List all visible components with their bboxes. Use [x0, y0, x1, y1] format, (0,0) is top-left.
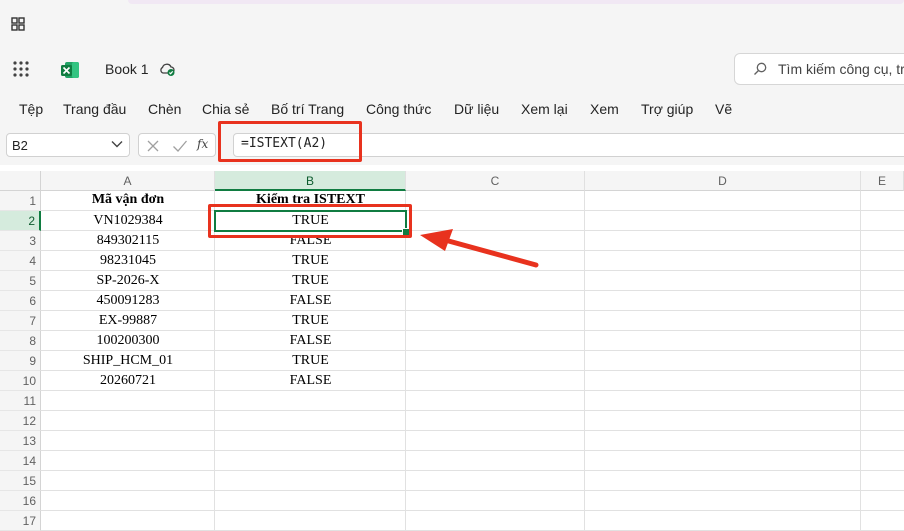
row-header-3[interactable]: 3 — [0, 231, 41, 251]
cell-a2[interactable]: VN1029384 — [41, 211, 215, 231]
column-header-d[interactable]: D — [585, 171, 861, 191]
window-grid-icon[interactable] — [11, 17, 25, 31]
annotation-arrow-icon — [420, 229, 539, 268]
row-header-5[interactable]: 5 — [0, 271, 41, 291]
tab-insert[interactable]: Chèn — [148, 101, 181, 117]
row-header-9[interactable]: 9 — [0, 351, 41, 371]
column-header-e[interactable]: E — [861, 171, 904, 191]
tab-file[interactable]: Tệp — [19, 101, 43, 117]
grid-column-line — [584, 191, 585, 531]
search-placeholder[interactable]: Tìm kiếm công cụ, tr — [778, 61, 904, 77]
waffle-icon[interactable] — [13, 61, 29, 77]
annotation-formula-highlight — [218, 121, 362, 162]
tab-view[interactable]: Xem — [590, 101, 619, 117]
cell-a6[interactable]: 450091283 — [41, 291, 215, 311]
tab-help[interactable]: Trợ giúp — [641, 101, 693, 117]
cell-a9[interactable]: SHIP_HCM_01 — [41, 351, 215, 371]
row-header-2[interactable]: 2 — [0, 211, 41, 231]
tab-share[interactable]: Chia sẻ — [202, 101, 249, 117]
grid-row-line — [41, 430, 904, 431]
row-header-12[interactable]: 12 — [0, 411, 41, 431]
cell-a4[interactable]: 98231045 — [41, 251, 215, 271]
row-header-13[interactable]: 13 — [0, 431, 41, 451]
tab-page-layout[interactable]: Bố trí Trang — [271, 101, 344, 117]
cell-a5[interactable]: SP-2026-X — [41, 271, 215, 291]
cancel-icon[interactable] — [146, 139, 160, 153]
browser-tab-hint — [128, 0, 904, 4]
tab-review[interactable]: Xem lại — [521, 101, 568, 117]
search-icon — [754, 62, 767, 75]
column-header-a[interactable]: A — [41, 171, 215, 191]
cell-b10[interactable]: FALSE — [215, 371, 406, 391]
cell-b7[interactable]: TRUE — [215, 311, 406, 331]
annotation-cell-highlight — [208, 204, 412, 238]
name-box-value[interactable]: B2 — [12, 138, 28, 153]
row-header-10[interactable]: 10 — [0, 371, 41, 391]
cell-a8[interactable]: 100200300 — [41, 331, 215, 351]
select-all-corner[interactable] — [0, 171, 41, 191]
cell-a7[interactable]: EX-99887 — [41, 311, 215, 331]
row-header-6[interactable]: 6 — [0, 291, 41, 311]
tab-home[interactable]: Trang đầu — [63, 101, 126, 117]
grid-row-line — [41, 490, 904, 491]
column-header-b[interactable]: B — [215, 171, 406, 191]
grid-row-line — [41, 410, 904, 411]
row-header-1[interactable]: 1 — [0, 191, 41, 211]
row-header-15[interactable]: 15 — [0, 471, 41, 491]
row-header-8[interactable]: 8 — [0, 331, 41, 351]
grid-row-line — [41, 450, 904, 451]
cell-a3[interactable]: 849302115 — [41, 231, 215, 251]
column-header-c[interactable]: C — [406, 171, 585, 191]
cell-a1-header[interactable]: Mã vận đơn — [41, 190, 215, 210]
cell-b9[interactable]: TRUE — [215, 351, 406, 371]
row-header-17[interactable]: 17 — [0, 511, 41, 531]
browser-top-strip — [0, 0, 904, 45]
grid-column-line — [860, 191, 861, 531]
chevron-down-icon[interactable] — [111, 140, 123, 148]
excel-logo-icon[interactable] — [60, 60, 80, 80]
ribbon-tabs — [0, 93, 904, 127]
workbook-title[interactable]: Book 1 — [105, 61, 149, 77]
tab-data[interactable]: Dữ liệu — [454, 101, 499, 117]
cloud-sync-icon[interactable] — [158, 61, 176, 77]
cell-b6[interactable]: FALSE — [215, 291, 406, 311]
row-header-11[interactable]: 11 — [0, 391, 41, 411]
cell-a10[interactable]: 20260721 — [41, 371, 215, 391]
tab-formulas[interactable]: Công thức — [366, 101, 431, 117]
row-header-7[interactable]: 7 — [0, 311, 41, 331]
cell-b5[interactable]: TRUE — [215, 271, 406, 291]
row-header-14[interactable]: 14 — [0, 451, 41, 471]
row-header-4[interactable]: 4 — [0, 251, 41, 271]
insert-function-icon[interactable]: fx — [197, 137, 208, 151]
confirm-icon[interactable] — [172, 139, 188, 153]
grid-row-line — [41, 470, 904, 471]
grid-row-line — [41, 510, 904, 511]
row-header-16[interactable]: 16 — [0, 491, 41, 511]
tab-draw[interactable]: Vẽ — [715, 101, 732, 117]
cell-b8[interactable]: FALSE — [215, 331, 406, 351]
cell-b4[interactable]: TRUE — [215, 251, 406, 271]
